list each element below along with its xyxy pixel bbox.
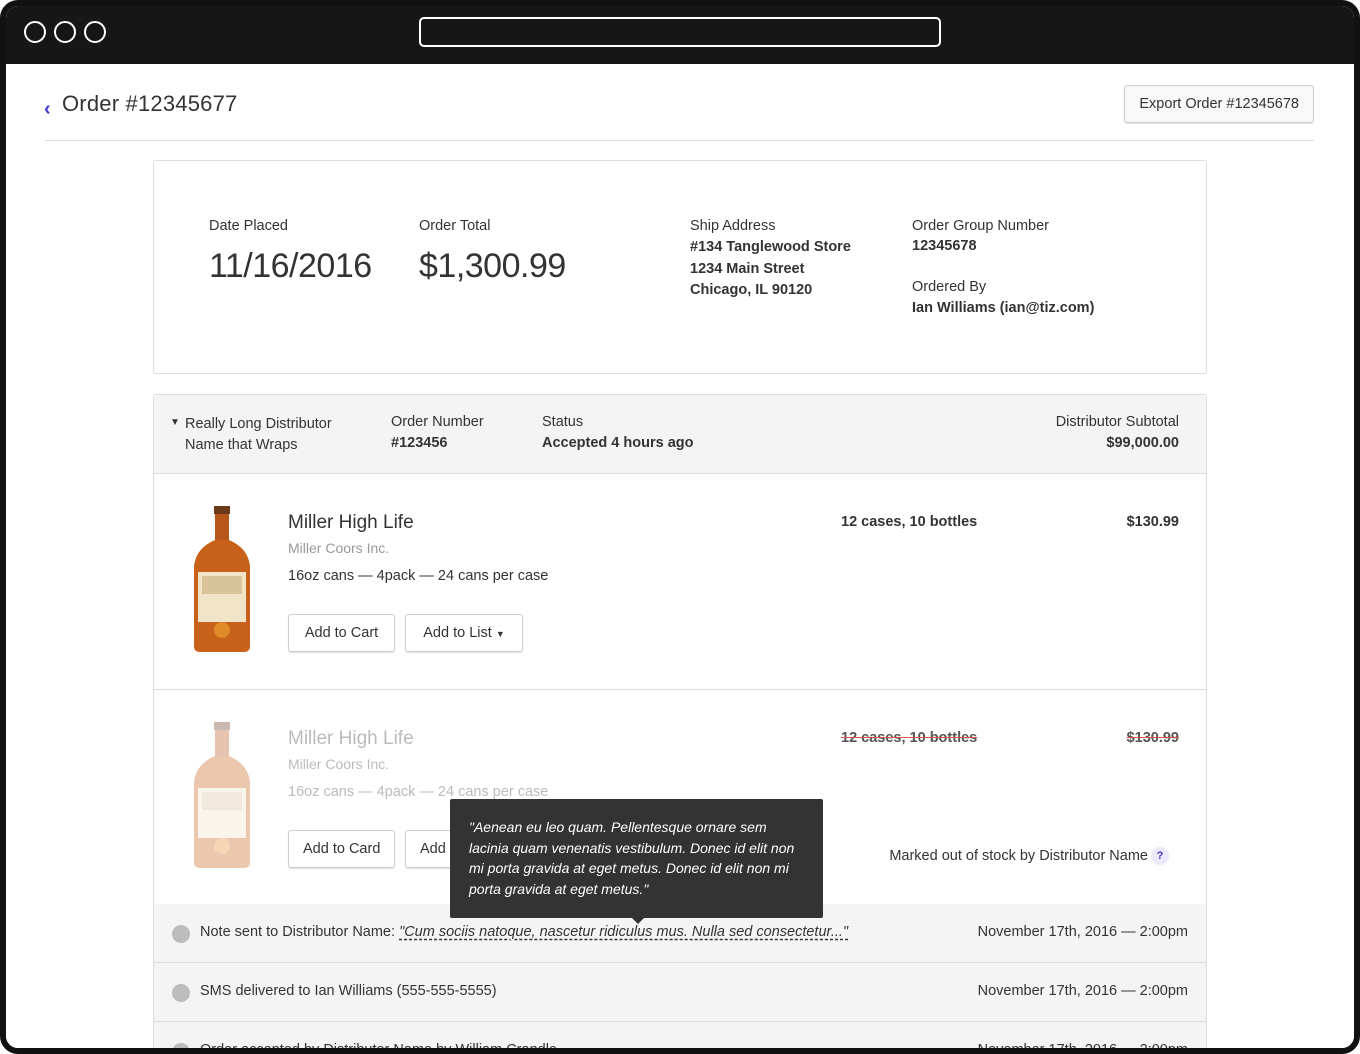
product-price: $130.99 — [1126, 514, 1179, 530]
activity-time: November 17th, 2016 — 2:00pm — [977, 924, 1188, 940]
activity-row: Order accepted by Distributor Name by Wi… — [154, 1022, 1206, 1054]
note-quote-link[interactable]: "Cum sociis natoque, nascetur ridiculus … — [399, 924, 848, 940]
date-placed-label: Date Placed — [209, 218, 288, 234]
ordered-by-label: Ordered By — [912, 279, 987, 295]
order-number-value: #123456 — [391, 435, 448, 451]
product-quantity-struck: 12 cases, 10 bottles — [841, 730, 978, 746]
status-dot-icon — [172, 925, 190, 943]
add-to-card-button[interactable]: Add to Card — [288, 830, 395, 868]
product-description: 16oz cans — 4pack — 24 cans per case — [288, 568, 549, 584]
date-placed-value: 11/16/2016 — [209, 247, 372, 285]
distributor-section: ▼ Really Long Distributor Name that Wrap… — [153, 394, 1207, 1054]
ship-address-line1: #134 Tanglewood Store — [690, 239, 851, 255]
back-chevron-icon[interactable]: ‹ — [44, 98, 51, 121]
help-question-icon[interactable]: ? — [1151, 847, 1169, 865]
order-total-value: $1,300.99 — [419, 247, 566, 285]
header-divider — [45, 140, 1314, 141]
product-maker: Miller Coors Inc. — [288, 756, 390, 772]
distributor-subtotal-value: $99,000.00 — [1106, 435, 1179, 451]
activity-time: November 17th, 2016 — 2:00pm — [977, 1042, 1188, 1054]
order-number-label: Order Number — [391, 414, 484, 430]
order-line-item: Miller High Life Miller Coors Inc. 16oz … — [154, 474, 1206, 690]
product-bottle-image — [194, 506, 250, 652]
product-description: 16oz cans — 4pack — 24 cans per case — [288, 784, 549, 800]
tooltip-arrow — [631, 917, 645, 924]
add-to-cart-button[interactable]: Add to Cart — [288, 614, 395, 652]
status-dot-icon — [172, 1043, 190, 1048]
status-label: Status — [542, 414, 584, 430]
order-group-label: Order Group Number — [912, 218, 1049, 234]
order-summary-card: Date Placed 11/16/2016 Order Total $1,30… — [153, 160, 1207, 374]
status-dot-icon — [172, 984, 190, 1002]
activity-text: SMS delivered to Ian Williams (555-555-5… — [200, 983, 497, 999]
ordered-by-value: Ian Williams (ian@tiz.com) — [912, 300, 1095, 316]
address-bar[interactable] — [419, 17, 941, 47]
activity-time: November 17th, 2016 — 2:00pm — [977, 983, 1188, 999]
window-zoom-control[interactable] — [84, 21, 106, 43]
activity-text: Order accepted by Distributor Name by Wi… — [200, 1042, 557, 1054]
window-close-control[interactable] — [24, 21, 46, 43]
export-order-button[interactable]: Export Order #12345678 — [1124, 85, 1314, 123]
order-group-value: 12345678 — [912, 238, 977, 254]
add-to-list-label: Add to List — [423, 625, 492, 641]
ship-address-label: Ship Address — [690, 218, 776, 234]
window-minimize-control[interactable] — [54, 21, 76, 43]
add-to-list-button[interactable]: Add to List ▼ — [405, 614, 523, 652]
product-quantity: 12 cases, 10 bottles — [841, 514, 978, 530]
page-title: Order #12345677 — [62, 91, 238, 116]
product-bottle-image — [194, 722, 250, 868]
activity-prefix: Note sent to Distributor Name: — [200, 924, 400, 940]
product-name[interactable]: Miller High Life — [288, 512, 414, 534]
product-maker: Miller Coors Inc. — [288, 540, 390, 556]
status-value: Accepted 4 hours ago — [542, 435, 694, 451]
window-titlebar — [6, 6, 1354, 64]
product-name[interactable]: Miller High Life — [288, 728, 414, 750]
order-total-label: Order Total — [419, 218, 491, 234]
distributor-name: Really Long Distributor Name that Wraps — [185, 416, 332, 453]
browser-window: ‹ Order #12345677 Export Order #12345678… — [0, 0, 1360, 1054]
out-of-stock-note: Marked out of stock by Distributor Name — [889, 848, 1148, 864]
distributor-header[interactable]: ▼ Really Long Distributor Name that Wrap… — [154, 395, 1206, 474]
distributor-subtotal-label: Distributor Subtotal — [1055, 414, 1179, 430]
page-content: ‹ Order #12345677 Export Order #12345678… — [6, 64, 1354, 1048]
chevron-down-icon[interactable]: ▼ — [170, 417, 180, 428]
ship-address-line3: Chicago, IL 90120 — [690, 282, 813, 298]
activity-row: SMS delivered to Ian Williams (555-555-5… — [154, 963, 1206, 1022]
note-tooltip: "Aenean eu leo quam. Pellentesque ornare… — [450, 799, 823, 918]
product-price-struck: $130.99 — [1126, 730, 1179, 746]
activity-text: Note sent to Distributor Name: "Cum soci… — [200, 924, 848, 940]
ship-address-line2: 1234 Main Street — [690, 261, 805, 277]
caret-down-icon: ▼ — [495, 629, 505, 639]
